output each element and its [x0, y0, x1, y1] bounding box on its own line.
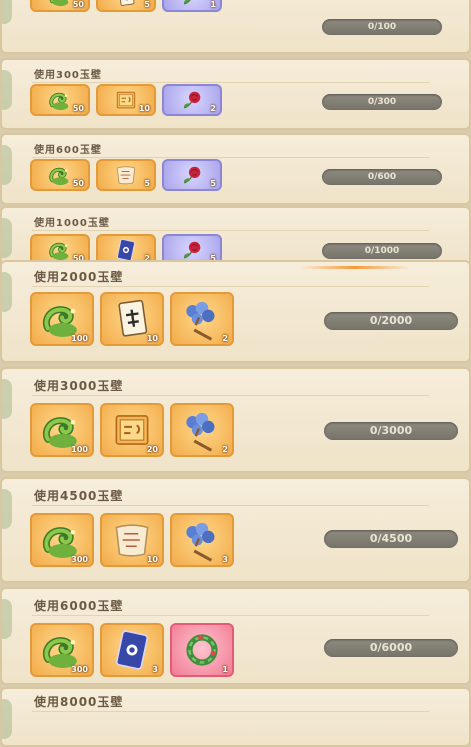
item-quantity: 2: [210, 104, 216, 113]
title-divider: [32, 395, 429, 396]
item-quantity: 1: [210, 0, 216, 9]
item-quantity: 20: [146, 445, 158, 454]
reward-item-slot[interactable]: 2: [162, 84, 222, 116]
progress-text: 0/600: [367, 172, 397, 182]
item-quantity: 50: [72, 0, 84, 9]
reward-item-slot[interactable]: 50: [30, 0, 90, 12]
reward-item-slot[interactable]: 2: [170, 403, 234, 457]
item-quantity: 1: [222, 665, 228, 674]
reward-card: 使用6000玉壁 300 3 1 0/6000: [0, 587, 471, 685]
reward-item-slot[interactable]: 1: [170, 623, 234, 677]
title-divider: [32, 157, 429, 158]
item-quantity: 100: [71, 334, 88, 343]
title-divider: [32, 286, 429, 287]
progress-bar: 0/4500: [324, 530, 458, 548]
title-divider: [32, 230, 429, 231]
progress-bar: 0/1000: [322, 243, 442, 259]
title-divider: [32, 82, 429, 83]
progress-text: 0/300: [367, 97, 397, 107]
reward-card: 使用600玉壁 50 5 5 0/600: [0, 133, 471, 205]
reward-title: 使用2000玉壁: [34, 270, 124, 284]
reward-items: 300 10 3: [30, 513, 234, 567]
reward-item-slot[interactable]: 5: [162, 159, 222, 191]
reward-item-slot[interactable]: 2: [170, 292, 234, 346]
reward-items: 50 5 1: [30, 0, 222, 12]
item-quantity: 5: [144, 0, 150, 9]
item-quantity: 10: [146, 555, 158, 564]
title-divider: [32, 711, 429, 712]
reward-item-slot[interactable]: 300: [30, 513, 94, 567]
reward-item-slot[interactable]: 1: [162, 0, 222, 12]
progress-text: 0/2000: [369, 314, 413, 327]
reward-item-slot[interactable]: 100: [30, 292, 94, 346]
reward-item-slot[interactable]: 100: [30, 403, 94, 457]
item-quantity: 2: [222, 334, 228, 343]
progress-bar: 0/2000: [324, 312, 458, 330]
item-quantity: 10: [146, 334, 158, 343]
reward-items: 100 10 2: [30, 292, 234, 346]
item-quantity: 300: [71, 555, 88, 564]
reward-title: 使用4500玉壁: [34, 489, 124, 503]
progress-bar: 0/300: [322, 94, 442, 110]
item-quantity: 50: [72, 179, 84, 188]
reward-card: 使用300玉壁 50 10 2 0/300: [0, 58, 471, 130]
reward-title: 使用600玉壁: [34, 145, 102, 156]
progress-text: 0/6000: [369, 641, 413, 654]
reward-card: 使用4500玉壁 300 10 3 0/4500: [0, 477, 471, 583]
reward-item-slot[interactable]: 10: [100, 513, 164, 567]
title-divider: [32, 615, 429, 616]
progress-text: 0/1000: [364, 246, 400, 256]
reward-title: 使用6000玉壁: [34, 599, 124, 613]
item-quantity: 100: [71, 445, 88, 454]
reward-item-slot[interactable]: 5: [96, 0, 156, 12]
item-quantity: 2: [222, 445, 228, 454]
divider-glow: [300, 266, 410, 269]
reward-card: 使用100玉壁50510/100: [0, 0, 471, 54]
progress-text: 0/4500: [369, 532, 413, 545]
reward-title: 使用3000玉壁: [34, 379, 124, 393]
reward-items: 50 5 5: [30, 159, 222, 191]
reward-item-slot[interactable]: 3: [170, 513, 234, 567]
reward-items: 100 20 2: [30, 403, 234, 457]
progress-bar: 0/3000: [324, 422, 458, 440]
reward-item-slot[interactable]: 3: [100, 623, 164, 677]
item-quantity: 10: [138, 104, 150, 113]
reward-item-slot[interactable]: 20: [100, 403, 164, 457]
item-quantity: 300: [71, 665, 88, 674]
item-quantity: 5: [144, 179, 150, 188]
reward-card: 使用3000玉壁 100 20 2 0/3000: [0, 367, 471, 473]
reward-items: 50 10 2: [30, 84, 222, 116]
item-quantity: 5: [210, 179, 216, 188]
reward-card: 使用8000玉壁: [0, 687, 471, 747]
item-quantity: 3: [152, 665, 158, 674]
item-quantity: 50: [72, 104, 84, 113]
reward-item-slot[interactable]: 50: [30, 84, 90, 116]
reward-card: 使用1000玉壁 50 2 5 0/1000: [0, 206, 471, 268]
reward-item-slot[interactable]: 300: [30, 623, 94, 677]
reward-title: 使用1000玉壁: [34, 218, 110, 229]
progress-text: 0/3000: [369, 424, 413, 437]
title-divider: [32, 505, 429, 506]
reward-card: 使用2000玉壁 100 10 2 0/2000: [0, 260, 471, 363]
reward-items: 300 3 1: [30, 623, 234, 677]
reward-item-slot[interactable]: 50: [30, 159, 90, 191]
progress-bar: 0/600: [322, 169, 442, 185]
reward-title: 使用300玉壁: [34, 70, 102, 81]
reward-item-slot[interactable]: 5: [96, 159, 156, 191]
progress-bar: 0/100: [322, 19, 442, 35]
reward-item-slot[interactable]: 10: [96, 84, 156, 116]
progress-bar: 0/6000: [324, 639, 458, 657]
reward-title: 使用8000玉壁: [34, 695, 124, 709]
reward-item-slot[interactable]: 10: [100, 292, 164, 346]
progress-text: 0/100: [367, 22, 397, 32]
item-quantity: 3: [222, 555, 228, 564]
